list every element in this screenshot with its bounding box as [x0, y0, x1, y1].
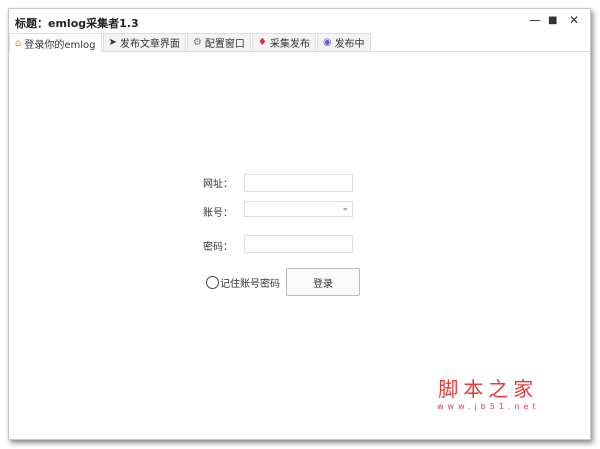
tab-label: 采集发布: [269, 39, 310, 50]
tab-config[interactable]: ⚙ 配置窗口: [186, 33, 251, 51]
gear-icon: ⚙: [192, 37, 202, 48]
url-label: 网址：: [203, 179, 233, 190]
tab-bar: ⌂ 登录你的emlog ➤ 发布文章界面 ⚙ 配置窗口 ♦ 采集发布 ◉ 发布中: [9, 33, 590, 52]
chevron-down-icon: ⌄: [341, 203, 349, 213]
password-label: 密码：: [203, 242, 233, 253]
tab-label: 发布文章界面: [119, 39, 180, 50]
password-input[interactable]: [244, 235, 353, 253]
tab-label: 发布中: [334, 39, 365, 50]
account-label: 账号：: [203, 208, 233, 219]
tab-collect-publish[interactable]: ♦ 采集发布: [251, 33, 316, 51]
radio-circle[interactable]: [206, 276, 219, 289]
login-button[interactable]: 登录: [286, 268, 360, 296]
url-input[interactable]: [244, 174, 353, 192]
home-icon: ⌂: [15, 37, 22, 49]
app-window: 标题：emlog采集者1.3 — ■ ✕ ⌂ 登录你的emlog ➤ 发布文章界面 …: [8, 8, 591, 440]
tab-login[interactable]: ⌂ 登录你的emlog: [9, 33, 102, 52]
tab-label: 登录你的emlog: [24, 39, 96, 51]
gem-icon: ♦: [257, 37, 267, 48]
maximize-button[interactable]: ■: [548, 15, 557, 26]
tab-publish-article[interactable]: ➤ 发布文章界面: [102, 33, 186, 51]
close-button[interactable]: ✕: [569, 13, 579, 27]
remember-radio[interactable]: 记住账号密码: [206, 275, 280, 290]
tab-label: 配置窗口: [204, 39, 245, 50]
circle-icon: ◉: [322, 37, 332, 48]
minimize-button[interactable]: —: [529, 13, 541, 27]
window-title: 标题：emlog采集者1.3: [15, 17, 139, 30]
tab-publishing[interactable]: ◉ 发布中: [316, 33, 371, 51]
watermark-logo: 脚本之家 www.jb51.net: [437, 377, 540, 411]
send-icon: ➤: [108, 37, 117, 48]
account-select[interactable]: ⌄: [244, 201, 353, 217]
remember-label: 记住账号密码: [220, 279, 280, 290]
